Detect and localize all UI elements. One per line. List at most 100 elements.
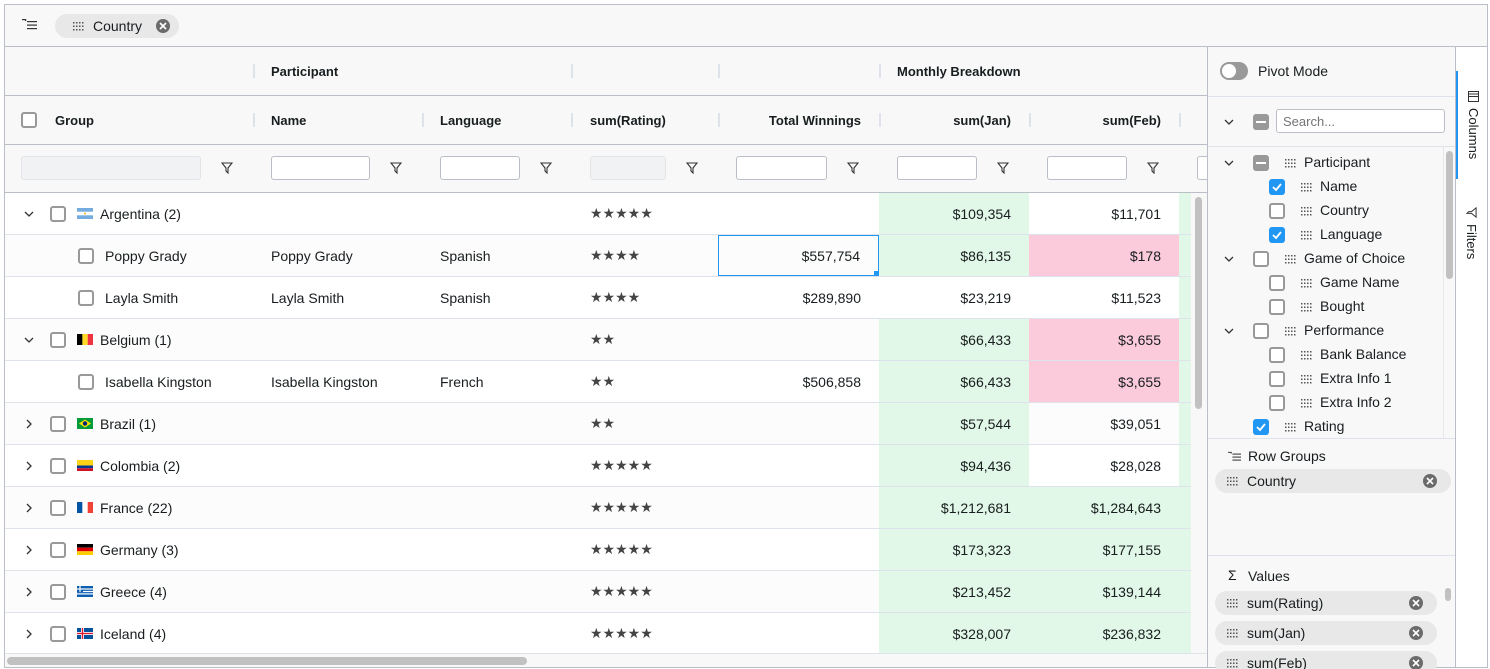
rating-cell[interactable]: ★★★★★ xyxy=(571,193,718,234)
remove-chip-icon[interactable] xyxy=(1409,596,1423,610)
group-row[interactable]: Argentina (2) ★★★★★ $109,354 $11,701 xyxy=(5,193,1191,235)
feb-cell[interactable]: $11,701 xyxy=(1029,193,1179,234)
chevron-right-icon[interactable] xyxy=(23,586,35,598)
column-checkbox-checked[interactable] xyxy=(1253,419,1269,435)
drag-handle-icon[interactable] xyxy=(1227,628,1239,638)
name-cell[interactable] xyxy=(253,613,422,654)
group-cell[interactable]: Colombia (2) xyxy=(5,445,253,486)
drag-handle-icon[interactable] xyxy=(1285,422,1297,432)
feb-filter-input[interactable] xyxy=(1047,156,1127,180)
winnings-cell[interactable]: $506,858 xyxy=(718,361,879,402)
horizontal-scrollbar[interactable] xyxy=(5,653,1207,667)
value-chip[interactable]: sum(Rating) xyxy=(1215,591,1437,615)
drag-handle-icon[interactable] xyxy=(1301,206,1313,216)
language-filter-input[interactable] xyxy=(440,156,520,180)
column-checkbox[interactable] xyxy=(1269,203,1285,219)
drag-handle-icon[interactable] xyxy=(73,21,85,31)
rating-cell[interactable]: ★★★★★ xyxy=(571,445,718,486)
name-cell[interactable] xyxy=(253,319,422,360)
name-cell[interactable] xyxy=(253,571,422,612)
language-cell[interactable] xyxy=(422,487,571,528)
chevron-down-icon[interactable] xyxy=(23,208,35,220)
group-cell[interactable]: Greece (4) xyxy=(5,571,253,612)
winnings-cell[interactable] xyxy=(718,529,879,570)
next-cell[interactable] xyxy=(1179,403,1191,444)
column-tree-item[interactable]: Extra Info 2 xyxy=(1208,391,1444,415)
column-checkbox[interactable] xyxy=(1253,251,1269,267)
table-row[interactable]: Isabella Kingston Isabella Kingston French… xyxy=(5,361,1191,403)
column-tree-item[interactable]: Extra Info 1 xyxy=(1208,367,1444,391)
rating-cell[interactable]: ★★★★ xyxy=(571,235,718,276)
vertical-scrollbar[interactable] xyxy=(1191,193,1207,655)
column-tree-item[interactable]: Bought xyxy=(1208,295,1444,319)
next-cell[interactable] xyxy=(1179,529,1191,570)
name-cell[interactable] xyxy=(253,445,422,486)
rating-cell[interactable]: ★★★★★ xyxy=(571,487,718,528)
scrollbar-thumb[interactable] xyxy=(1195,197,1202,409)
jan-cell[interactable]: $213,452 xyxy=(879,571,1029,612)
drag-handle-icon[interactable] xyxy=(1301,302,1313,312)
chevron-down-icon[interactable] xyxy=(1223,116,1235,128)
row-checkbox[interactable] xyxy=(78,290,94,306)
feb-cell[interactable]: $1,284,643 xyxy=(1029,487,1179,528)
language-cell[interactable] xyxy=(422,571,571,612)
remove-chip-icon[interactable] xyxy=(1409,656,1423,669)
drag-handle-icon[interactable] xyxy=(1285,158,1297,168)
table-row[interactable]: Layla Smith Layla Smith Spanish ★★★★ $289,89… xyxy=(5,277,1191,319)
winnings-cell[interactable] xyxy=(718,403,879,444)
table-row[interactable]: Poppy Grady Poppy Grady Spanish ★★★★ $557,75… xyxy=(5,235,1191,277)
column-checkbox-indeterminate[interactable] xyxy=(1253,155,1269,171)
name-cell[interactable] xyxy=(253,529,422,570)
group-cell[interactable]: Brazil (1) xyxy=(5,403,253,444)
rating-cell[interactable]: ★★ xyxy=(571,403,718,444)
column-separator[interactable] xyxy=(571,64,573,78)
feb-cell[interactable]: $177,155 xyxy=(1029,529,1179,570)
select-all-checkbox[interactable] xyxy=(21,112,37,128)
name-cell[interactable] xyxy=(253,193,422,234)
next-cell[interactable] xyxy=(1179,613,1191,654)
drag-handle-icon[interactable] xyxy=(1301,374,1313,384)
filter-icon[interactable] xyxy=(686,162,698,174)
column-tree-item[interactable]: Country xyxy=(1208,199,1444,223)
jan-cell[interactable]: $86,135 xyxy=(879,235,1029,276)
filter-icon[interactable] xyxy=(997,162,1009,174)
next-cell[interactable] xyxy=(1179,193,1191,234)
column-separator[interactable] xyxy=(253,64,255,78)
group-cell[interactable]: Argentina (2) xyxy=(5,193,253,234)
group-row[interactable]: Germany (3) ★★★★★ $173,323 $177,155 xyxy=(5,529,1191,571)
tab-filters[interactable]: Filters xyxy=(1456,197,1488,277)
jan-filter-input[interactable] xyxy=(897,156,977,180)
jan-cell[interactable]: $66,433 xyxy=(879,319,1029,360)
drag-handle-icon[interactable] xyxy=(1227,598,1239,608)
column-checkbox[interactable] xyxy=(1253,323,1269,339)
next-cell[interactable] xyxy=(1179,445,1191,486)
column-separator[interactable] xyxy=(422,113,424,127)
row-checkbox[interactable] xyxy=(50,626,66,642)
name-cell[interactable]: Layla Smith xyxy=(253,277,422,318)
remove-chip-icon[interactable] xyxy=(1409,626,1423,640)
name-cell[interactable]: Isabella Kingston xyxy=(253,361,422,402)
column-checkbox[interactable] xyxy=(1269,371,1285,387)
row-checkbox[interactable] xyxy=(50,500,66,516)
column-tree-item[interactable]: Language xyxy=(1208,223,1444,247)
tab-columns[interactable]: Columns xyxy=(1456,71,1488,179)
jan-cell[interactable]: $57,544 xyxy=(879,403,1029,444)
language-cell[interactable]: Spanish xyxy=(422,277,571,318)
select-all-columns-checkbox[interactable] xyxy=(1253,114,1269,130)
column-header-group[interactable]: Group xyxy=(55,96,94,144)
language-cell[interactable] xyxy=(422,193,571,234)
chevron-right-icon[interactable] xyxy=(23,502,35,514)
remove-chip-icon[interactable] xyxy=(1423,474,1437,488)
filter-icon[interactable] xyxy=(540,162,552,174)
drag-handle-icon[interactable] xyxy=(1301,230,1313,240)
feb-cell[interactable]: $28,028 xyxy=(1029,445,1179,486)
column-tree-item[interactable]: Performance xyxy=(1208,319,1444,343)
column-checkbox[interactable] xyxy=(1269,395,1285,411)
feb-cell[interactable]: $236,832 xyxy=(1029,613,1179,654)
group-cell[interactable]: Belgium (1) xyxy=(5,319,253,360)
language-cell[interactable] xyxy=(422,445,571,486)
group-row[interactable]: Brazil (1) ★★ $57,544 $39,051 xyxy=(5,403,1191,445)
chevron-right-icon[interactable] xyxy=(23,460,35,472)
rating-cell[interactable]: ★★★★★ xyxy=(571,613,718,654)
group-cell[interactable]: Isabella Kingston xyxy=(5,361,253,402)
